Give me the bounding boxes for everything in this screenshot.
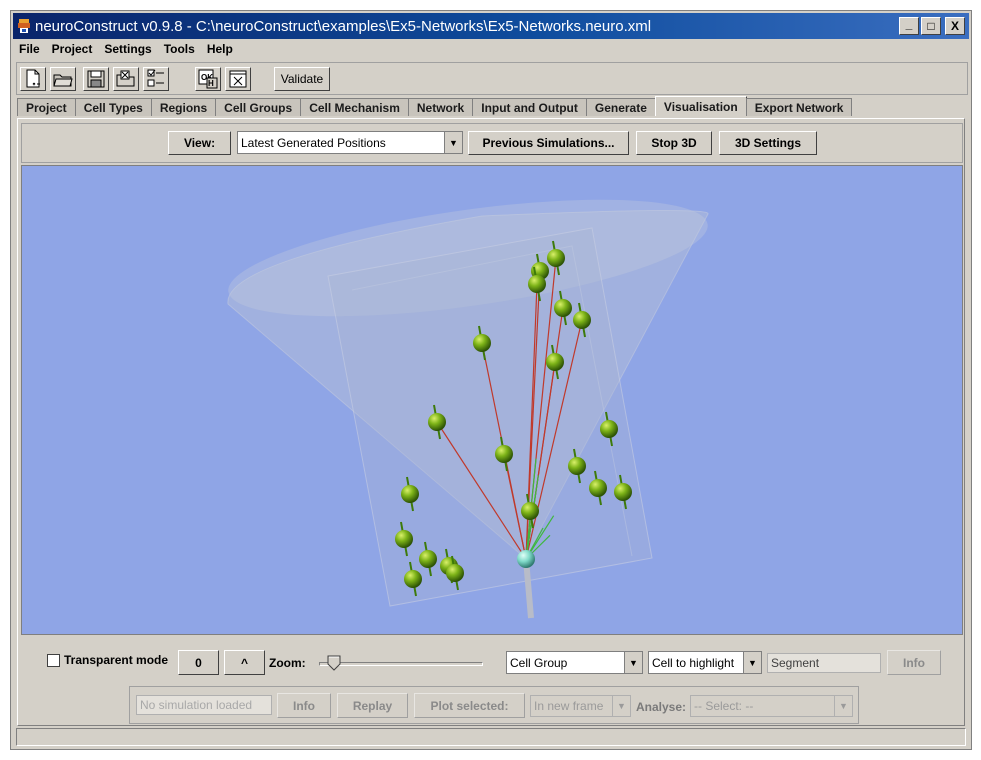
menu-bar: File Project Settings Tools Help — [13, 39, 969, 59]
status-bar — [16, 728, 966, 746]
new-project-icon — [26, 69, 40, 88]
maximize-button[interactable]: □ — [921, 17, 941, 35]
simulation-panel: No simulation loaded Info Replay Plot se… — [129, 686, 859, 724]
view-button[interactable]: View: — [168, 131, 231, 155]
tab-input-and-output[interactable]: Input and Output — [472, 98, 587, 116]
tab-generate[interactable]: Generate — [585, 98, 656, 116]
chevron-down-icon[interactable]: ▼ — [612, 696, 630, 716]
zoom-slider-thumb[interactable] — [327, 655, 341, 671]
project-settings-icon — [147, 69, 164, 87]
plot-target-value: In new frame — [534, 699, 604, 713]
save-project-button[interactable] — [83, 67, 109, 91]
tab-cell-mechanism[interactable]: Cell Mechanism — [300, 98, 409, 116]
cell-group-select[interactable]: Cell Group ▼ — [506, 651, 643, 674]
project-settings-button[interactable] — [143, 67, 169, 91]
maximize-icon: □ — [927, 19, 935, 33]
previous-simulations-button[interactable]: Previous Simulations... — [468, 131, 629, 155]
open-project-icon — [53, 74, 73, 87]
chevron-down-icon[interactable]: ▼ — [743, 652, 761, 673]
menu-project[interactable]: Project — [46, 42, 99, 56]
simulation-info-button[interactable]: Info — [277, 693, 331, 718]
close-window-button[interactable]: X — [945, 17, 965, 35]
tab-cell-groups[interactable]: Cell Groups — [215, 98, 302, 116]
tab-project[interactable]: Project — [17, 98, 76, 116]
segment-field[interactable]: Segment — [767, 653, 881, 673]
replay-button[interactable]: Replay — [337, 693, 408, 718]
simulation-status-field[interactable]: No simulation loaded — [136, 695, 272, 715]
network-3d-scene[interactable] — [22, 166, 962, 634]
neuroconstruct-logo-icon — [17, 18, 31, 34]
validate-button[interactable]: Validate — [274, 67, 330, 91]
3d-settings-button[interactable]: 3D Settings — [719, 131, 817, 155]
transparent-mode-checkbox[interactable] — [47, 653, 60, 667]
view-bar: View: Latest Generated Positions ▼ Previ… — [21, 123, 963, 163]
close-icon: X — [950, 19, 959, 33]
main-window: neuroConstruct v0.9.8 - C:\neuroConstruc… — [10, 10, 972, 750]
chevron-down-icon[interactable]: ▼ — [444, 132, 462, 153]
chevron-down-icon[interactable]: ▼ — [834, 696, 852, 716]
tab-network[interactable]: Network — [407, 98, 474, 116]
neuron-button[interactable]: OKH — [195, 67, 221, 91]
open-project-button[interactable] — [50, 67, 76, 91]
minimize-button[interactable]: _ — [899, 17, 919, 35]
visualisation-panel: View: Latest Generated Positions ▼ Previ… — [17, 118, 965, 726]
menu-help[interactable]: Help — [201, 42, 239, 56]
transparent-mode-label: Transparent mode — [64, 653, 169, 667]
window-title: neuroConstruct v0.9.8 - C:\neuroConstruc… — [35, 17, 652, 35]
cell-to-highlight-select[interactable]: Cell to highlight ▼ — [648, 651, 762, 674]
plot-selected-button[interactable]: Plot selected: — [414, 693, 525, 718]
plot-target-select[interactable]: In new frame ▼ — [530, 695, 631, 717]
new-project-button[interactable] — [20, 67, 46, 91]
title-bar: neuroConstruct v0.9.8 - C:\neuroConstruc… — [13, 13, 969, 39]
tab-export-network[interactable]: Export Network — [745, 98, 853, 116]
zoom-slider-track[interactable] — [319, 662, 483, 666]
analyse-select[interactable]: -- Select: -- ▼ — [690, 695, 853, 717]
tab-cell-types[interactable]: Cell Types — [74, 98, 152, 116]
minimize-icon: _ — [905, 17, 913, 31]
stop-3d-button[interactable]: Stop 3D — [636, 131, 712, 155]
close-project-button[interactable] — [113, 67, 139, 91]
view-select[interactable]: Latest Generated Positions ▼ — [237, 131, 463, 154]
svg-text:H: H — [208, 79, 214, 88]
neuron-h-icon: OKH — [198, 69, 218, 89]
transparent-mode-toggle[interactable]: Transparent mode — [47, 653, 168, 667]
cell-group-value: Cell Group — [510, 655, 568, 670]
tab-regions[interactable]: Regions — [150, 98, 217, 116]
close-icon — [229, 70, 247, 88]
menu-file[interactable]: File — [13, 42, 46, 56]
menu-tools[interactable]: Tools — [158, 42, 201, 56]
analyse-label: Analyse: — [636, 700, 687, 714]
analyse-value: -- Select: -- — [694, 699, 754, 713]
main-tabs: Project Cell Types Regions Cell Groups C… — [17, 96, 853, 118]
highlighted-cell-sphere[interactable] — [517, 550, 535, 568]
up-button[interactable]: ^ — [224, 650, 265, 675]
controls-panel: Transparent mode 0 ^ Zoom: Cell Group ▼ … — [21, 639, 963, 724]
tab-visualisation[interactable]: Visualisation — [654, 96, 747, 116]
toolbar: OKH Validate — [16, 62, 968, 95]
close-3d-button[interactable] — [225, 67, 251, 91]
segment-info-button[interactable]: Info — [887, 650, 941, 675]
save-project-icon — [87, 70, 105, 88]
3d-viewport[interactable] — [21, 165, 963, 635]
chevron-down-icon[interactable]: ▼ — [624, 652, 642, 673]
counter-button[interactable]: 0 — [178, 650, 219, 675]
menu-settings[interactable]: Settings — [98, 42, 157, 56]
cell-to-highlight-value: Cell to highlight — [652, 655, 735, 670]
zoom-label: Zoom: — [269, 656, 306, 670]
view-select-value: Latest Generated Positions — [241, 135, 386, 150]
close-project-icon — [116, 70, 135, 87]
